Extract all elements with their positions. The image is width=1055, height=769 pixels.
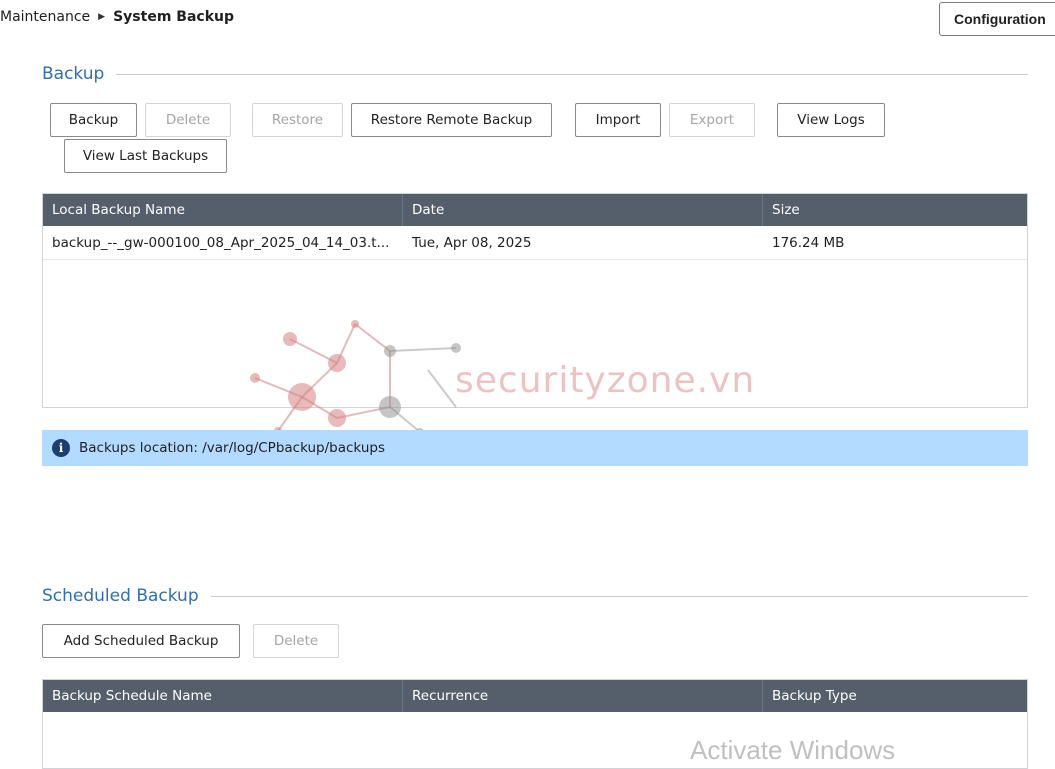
- local-backup-table: Local Backup Name Date Size backup_--_gw…: [42, 193, 1028, 408]
- caret-right-icon: ▶: [98, 12, 106, 22]
- delete-backup-button[interactable]: Delete: [145, 103, 231, 137]
- column-header-schedule-name[interactable]: Backup Schedule Name: [43, 680, 403, 712]
- export-button[interactable]: Export: [669, 103, 755, 137]
- table-row[interactable]: backup_--_gw-000100_08_Apr_2025_04_14_03…: [43, 226, 1027, 260]
- view-logs-button[interactable]: View Logs: [777, 103, 885, 137]
- column-header-recurrence[interactable]: Recurrence: [403, 680, 763, 712]
- section-divider: [116, 73, 1028, 75]
- page-title: System Backup: [113, 9, 235, 25]
- restore-remote-backup-button[interactable]: Restore Remote Backup: [351, 103, 552, 137]
- breadcrumb-parent[interactable]: Maintenance: [0, 9, 90, 25]
- add-scheduled-backup-button[interactable]: Add Scheduled Backup: [42, 624, 240, 658]
- configuration-button[interactable]: Configuration: [939, 2, 1055, 36]
- scheduled-section-label: Scheduled Backup: [42, 586, 199, 606]
- backup-size-cell: 176.24 MB: [772, 234, 845, 251]
- column-header-date[interactable]: Date: [403, 194, 763, 226]
- section-divider: [210, 595, 1028, 597]
- column-header-size[interactable]: Size: [763, 194, 1027, 226]
- backup-name-cell: backup_--_gw-000100_08_Apr_2025_04_14_03…: [52, 234, 390, 251]
- table-header: Backup Schedule Name Recurrence Backup T…: [43, 680, 1027, 712]
- scheduled-section-title: Scheduled Backup: [42, 586, 1028, 606]
- delete-scheduled-button[interactable]: Delete: [253, 624, 339, 658]
- backup-section-label: Backup: [42, 64, 105, 84]
- backup-location-text: Backups location: /var/log/CPbackup/back…: [79, 440, 385, 456]
- view-last-backups-button[interactable]: View Last Backups: [64, 139, 227, 173]
- backup-location-info: i Backups location: /var/log/CPbackup/ba…: [42, 430, 1028, 466]
- column-header-backup-type[interactable]: Backup Type: [763, 680, 1027, 712]
- table-header: Local Backup Name Date Size: [43, 194, 1027, 226]
- backup-date-cell: Tue, Apr 08, 2025: [412, 234, 532, 251]
- restore-button[interactable]: Restore: [252, 103, 343, 137]
- backup-button[interactable]: Backup: [50, 103, 137, 137]
- column-header-name[interactable]: Local Backup Name: [43, 194, 403, 226]
- info-icon: i: [52, 439, 70, 457]
- breadcrumb: Maintenance ▶ System Backup: [0, 9, 234, 25]
- import-button[interactable]: Import: [575, 103, 661, 137]
- backup-section-title: Backup: [42, 64, 1028, 84]
